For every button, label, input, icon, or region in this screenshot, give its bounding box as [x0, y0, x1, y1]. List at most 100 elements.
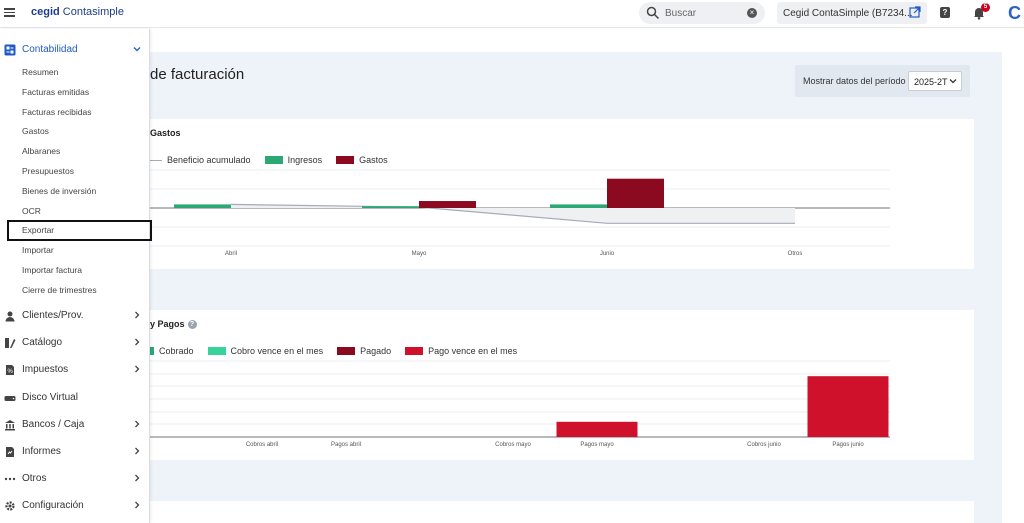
sidebar-item-bancos-caja[interactable]: Bancos / Caja — [0, 414, 150, 436]
legend-gastos[interactable]: Gastos — [336, 155, 388, 165]
help-icon[interactable]: ? — [940, 7, 950, 18]
report-icon — [6, 447, 14, 457]
x-tick-label: Cobros junio — [747, 442, 781, 448]
page-title: de facturación — [150, 66, 245, 83]
clear-search-icon[interactable]: × — [747, 8, 757, 18]
chart1-title: Gastos — [150, 128, 181, 138]
accounting-icon — [4, 44, 16, 56]
sidebar-item-label: Disco Virtual — [22, 391, 78, 403]
company-selector[interactable]: Cegid ContaSimple (B7234... — [777, 2, 927, 24]
bar-pago-vence — [556, 421, 638, 437]
sidebar-item-label: Bancos / Caja — [22, 418, 85, 430]
x-tick-label: Junio — [600, 251, 615, 257]
sidebar-subitem[interactable]: OCR — [22, 206, 41, 216]
user-logo[interactable]: C — [1008, 3, 1021, 24]
legend-ingresos[interactable]: Ingresos — [264, 155, 322, 165]
period-label: Mostrar datos del período — [803, 76, 906, 86]
bar-gastos — [607, 178, 664, 208]
dots-icon — [4, 477, 16, 481]
sidebar-item-label: Clientes/Prov. — [22, 310, 84, 321]
sidebar-subitem[interactable]: Importar — [22, 245, 54, 255]
sidebar: Contabilidad Resumen Facturas emitidas Fac… — [0, 29, 152, 523]
sidebar-item-label: Impuestos — [22, 364, 69, 376]
bank-icon — [5, 419, 15, 431]
tax-icon: % — [6, 365, 14, 376]
x-tick-label: Abril — [225, 251, 237, 257]
legend-pago-vence[interactable]: Pago vence en el mes — [405, 346, 517, 356]
company-name: Cegid ContaSimple (B7234... — [783, 8, 913, 19]
sidebar-subitem[interactable]: Gastos — [22, 126, 49, 136]
x-tick-label: Pagos junio — [832, 442, 864, 448]
chevron-down-icon — [133, 47, 141, 52]
sidebar-item-contabilidad[interactable]: Contabilidad — [0, 39, 150, 61]
period-value: 2025-2T — [914, 77, 948, 87]
catalog-icon — [5, 338, 16, 349]
chevron-right-icon — [135, 501, 140, 509]
chevron-right-icon — [135, 338, 140, 346]
sidebar-item-informes[interactable]: Informes — [0, 441, 150, 463]
sidebar-subitem[interactable]: Importar factura — [22, 265, 82, 275]
sidebar-item-disco-virtual[interactable]: Disco Virtual — [0, 387, 150, 409]
chevron-right-icon — [135, 474, 140, 482]
period-filter: Mostrar datos del período 2025-2T — [795, 65, 970, 97]
x-tick-label: Otros — [788, 251, 803, 257]
bar-gastos — [419, 201, 476, 208]
top-bar: cegid Contasimple Buscar × Cegid ContaSi… — [0, 0, 1024, 28]
bar-ingresos — [174, 204, 231, 208]
help-icon[interactable]: ? — [187, 320, 197, 330]
x-tick-label: Pagos abril — [331, 442, 361, 448]
disk-icon — [4, 395, 16, 401]
x-tick-label: Pagos mayo — [580, 442, 614, 448]
chevron-down-icon — [949, 79, 957, 84]
period-select[interactable]: 2025-2T — [908, 71, 962, 91]
sidebar-subitem[interactable]: Presupuestos — [22, 166, 74, 176]
bar-ingresos — [362, 206, 419, 208]
sidebar-item-clientes-prov[interactable]: Clientes/Prov. — [0, 305, 150, 327]
sidebar-subitem[interactable]: Resumen — [22, 67, 58, 77]
sidebar-subitem[interactable]: Facturas recibidas — [22, 107, 91, 117]
search-icon — [646, 6, 660, 20]
svg-text:%: % — [8, 369, 14, 375]
legend-beneficio[interactable]: Beneficio acumulado — [150, 155, 251, 165]
sidebar-item-label: Otros — [22, 473, 47, 485]
search-box[interactable]: Buscar × — [639, 2, 765, 24]
chevron-right-icon — [135, 420, 140, 428]
sidebar-item-impuestos[interactable]: % Impuestos — [0, 359, 150, 381]
active-item-highlight — [7, 220, 152, 241]
search-input[interactable]: Buscar — [665, 8, 696, 19]
sidebar-item-label: Catálogo — [22, 337, 63, 349]
legend-cobro-vence[interactable]: Cobro vence en el mes — [207, 346, 323, 356]
gear-icon — [5, 501, 15, 511]
menu-icon[interactable] — [4, 6, 16, 18]
notification-badge: 5 — [981, 3, 990, 12]
sidebar-subitem[interactable]: Facturas emitidas — [22, 87, 89, 97]
sidebar-item-catálogo[interactable]: Catálogo — [0, 332, 150, 354]
chart2-title: y Pagos — [150, 319, 185, 329]
x-tick-label: Cobros abril — [246, 442, 278, 448]
external-link-icon[interactable] — [909, 6, 921, 18]
x-tick-label: Cobros mayo — [495, 442, 531, 448]
sidebar-subitem[interactable]: Cierre de trimestres — [22, 285, 97, 295]
chevron-right-icon — [135, 447, 140, 455]
bar-ingresos — [550, 204, 607, 208]
brand-logo[interactable]: cegid Contasimple — [31, 6, 124, 18]
sidebar-item-configuración[interactable]: Configuración — [0, 495, 150, 517]
income-expenses-chart: Abril Mayo Junio Otros — [150, 169, 890, 257]
sidebar-item-otros[interactable]: Otros — [0, 468, 150, 490]
users-icon — [5, 311, 15, 322]
collections-payments-chart: Cobros abril Pagos abril Cobros mayo Pagos … — [150, 360, 890, 448]
bottom-card — [140, 501, 974, 523]
chevron-right-icon — [135, 311, 140, 319]
sidebar-item-label: Informes — [22, 446, 61, 457]
bar-pago-vence — [807, 376, 889, 437]
sidebar-item-label: Configuración — [22, 500, 84, 512]
chart1-legend: Beneficio acumulado Ingresos Gastos — [150, 155, 402, 165]
legend-pagado[interactable]: Pagado — [337, 346, 391, 356]
beneficio-area — [231, 204, 795, 224]
chart2-legend: Cobrado Cobro vence en el mes Pagado Pag… — [140, 346, 531, 356]
sidebar-subitem[interactable]: Albaranes — [22, 146, 60, 156]
sidebar-subitem[interactable]: Bienes de inversión — [22, 186, 96, 196]
chart2-title-wrap: y Pagos? — [150, 319, 197, 330]
x-tick-label: Mayo — [412, 251, 427, 257]
sidebar-item-label: Contabilidad — [22, 44, 78, 55]
